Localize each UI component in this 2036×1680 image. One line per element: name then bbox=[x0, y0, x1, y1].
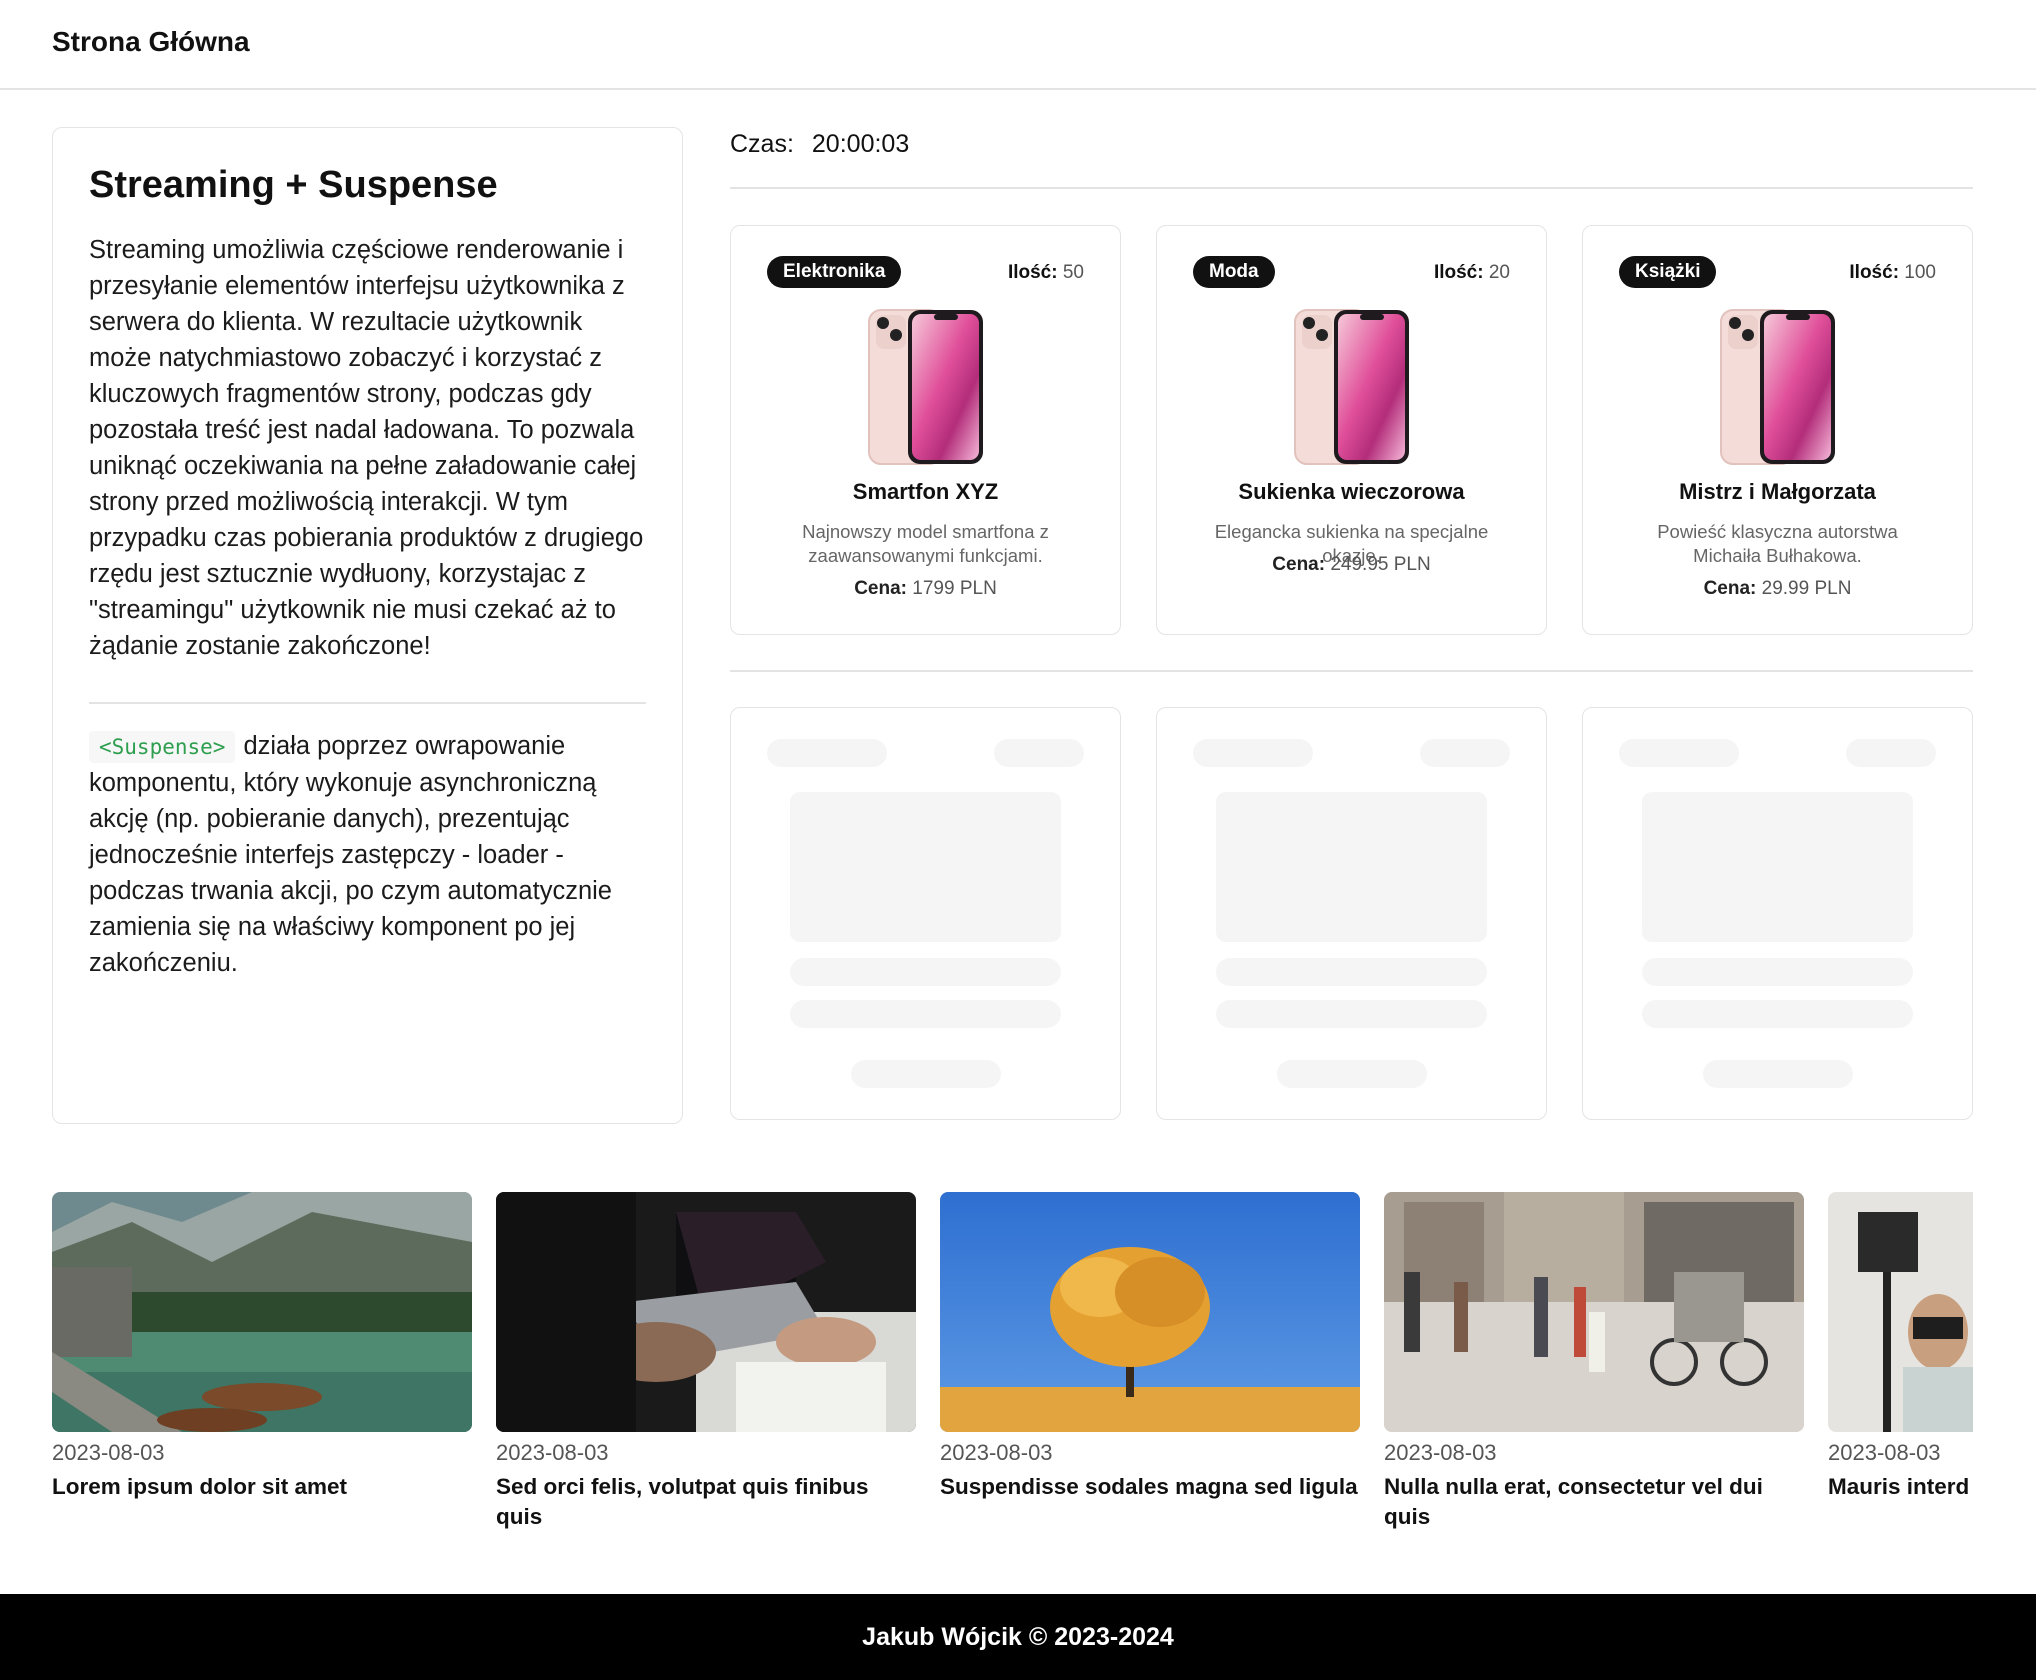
news-card[interactable]: 2023-08-03 Mauris interd maximus ultr bbox=[1828, 1192, 1973, 1502]
category-badge: Moda bbox=[1193, 256, 1275, 288]
price-label: Cena: bbox=[854, 578, 907, 599]
skeleton-quantity bbox=[994, 739, 1084, 767]
suspense-description: <Suspense> działa poprzez owrapowanie kom… bbox=[89, 728, 646, 981]
skeleton-line bbox=[790, 1000, 1061, 1028]
price-value: 249.95 PLN bbox=[1330, 554, 1431, 575]
news-title[interactable]: Suspendisse sodales magna sed ligula bbox=[940, 1472, 1360, 1502]
quantity-label: Ilość: bbox=[1007, 262, 1058, 283]
product-name: Smartfon XYZ bbox=[852, 479, 999, 504]
divider bbox=[730, 670, 1973, 672]
streaming-description: Streaming umożliwia częściowe renderowan… bbox=[89, 236, 644, 660]
city-street-crowd-image bbox=[1384, 1192, 1804, 1432]
skeleton-image bbox=[1216, 792, 1487, 942]
clock: Czas: 20:00:03 bbox=[730, 130, 909, 159]
skeleton-line bbox=[1216, 1000, 1487, 1028]
divider bbox=[730, 187, 1973, 189]
price-value: 29.99 PLN bbox=[1761, 578, 1852, 599]
product-name: Sukienka wieczorowa bbox=[1238, 479, 1465, 504]
product-name: Mistrz i Małgorzata bbox=[1679, 479, 1876, 504]
news-title[interactable]: Mauris interd maximus ultr bbox=[1828, 1472, 1973, 1502]
quantity-value: 100 bbox=[1904, 262, 1936, 283]
skeleton-image bbox=[1642, 792, 1913, 942]
skeleton-image bbox=[790, 792, 1061, 942]
news-card[interactable]: 2023-08-03 Sed orci felis, volutpat quis… bbox=[496, 1192, 916, 1532]
news-date: 2023-08-03 bbox=[1828, 1440, 1941, 1465]
quantity-label: Ilość: bbox=[1849, 262, 1900, 283]
clock-value: 20:00:03 bbox=[811, 130, 910, 158]
skeleton-price bbox=[851, 1060, 1001, 1088]
suspense-code-tag: <Suspense> bbox=[89, 731, 236, 763]
news-card[interactable]: 2023-08-03 Lorem ipsum dolor sit amet bbox=[52, 1192, 472, 1502]
product-card[interactable]: Książki Ilość: 100 Mistrz i Małgorzata P… bbox=[1582, 225, 1973, 635]
category-badge: Elektronika bbox=[767, 256, 902, 288]
product-price: Cena: 1799 PLN bbox=[741, 578, 1110, 600]
price-label: Cena: bbox=[1272, 554, 1326, 575]
product-description: Powieść klasyczna autorstwa Michaiła Buł… bbox=[1657, 521, 1898, 566]
people-working-on-laptop-image bbox=[496, 1192, 916, 1432]
skeleton-badge bbox=[1619, 739, 1739, 767]
info-panel: Streaming + Suspense Streaming umożliwia… bbox=[52, 127, 683, 1124]
quantity-value: 50 bbox=[1062, 262, 1084, 283]
product-price: Cena: 249.95 PLN bbox=[1167, 554, 1536, 576]
top-navbar: Strona Główna bbox=[0, 0, 2036, 90]
news-title[interactable]: Nulla nulla erat, consectetur vel dui qu… bbox=[1384, 1472, 1804, 1532]
product-description: Najnowszy model smartfona z zaawansowany… bbox=[802, 521, 1049, 566]
skeleton-line bbox=[1642, 958, 1913, 986]
price-label: Cena: bbox=[1703, 578, 1757, 599]
quantity-label: Ilość: bbox=[1433, 262, 1484, 283]
suspense-text: działa poprzez owrapowanie komponentu, k… bbox=[89, 732, 612, 977]
smartphone-image bbox=[1294, 309, 1410, 465]
skeleton-card bbox=[1156, 707, 1547, 1120]
price-value: 1799 PLN bbox=[912, 578, 997, 599]
product-card[interactable]: Elektronika Ilość: 50 Smartfon XYZ Najno… bbox=[730, 225, 1121, 635]
skeleton-card bbox=[730, 707, 1121, 1120]
footer-copyright: Jakub Wójcik © 2023-2024 bbox=[862, 1623, 1174, 1651]
quantity: Ilość: 20 bbox=[1434, 262, 1510, 284]
skeleton-line bbox=[790, 958, 1061, 986]
skeleton-price bbox=[1703, 1060, 1853, 1088]
news-date: 2023-08-03 bbox=[496, 1440, 609, 1465]
skeleton-price bbox=[1277, 1060, 1427, 1088]
news-card[interactable]: 2023-08-03 Suspendisse sodales magna sed… bbox=[940, 1192, 1360, 1502]
quantity: Ilość: 50 bbox=[1008, 262, 1084, 284]
quantity: Ilość: 100 bbox=[1849, 262, 1936, 284]
info-divider bbox=[89, 702, 646, 704]
news-title[interactable]: Lorem ipsum dolor sit amet bbox=[52, 1472, 472, 1502]
skeleton-line bbox=[1642, 1000, 1913, 1028]
quantity-value: 20 bbox=[1488, 262, 1510, 283]
skeleton-badge bbox=[1193, 739, 1313, 767]
product-card[interactable]: Moda Ilość: 20 Sukienka wieczorowa Elega… bbox=[1156, 225, 1547, 635]
smartphone-image bbox=[1720, 309, 1836, 465]
autumn-tree-blue-sky-image bbox=[940, 1192, 1360, 1432]
vr-headset-man-image bbox=[1828, 1192, 1973, 1432]
product-price: Cena: 29.99 PLN bbox=[1593, 578, 1962, 600]
skeleton-line bbox=[1216, 958, 1487, 986]
home-link[interactable]: Strona Główna bbox=[52, 26, 250, 58]
skeleton-quantity bbox=[1420, 739, 1510, 767]
smartphone-image bbox=[868, 309, 984, 465]
info-title: Streaming + Suspense bbox=[89, 164, 498, 206]
skeleton-card bbox=[1582, 707, 1973, 1120]
news-date: 2023-08-03 bbox=[52, 1440, 165, 1465]
lake-with-boats-image bbox=[52, 1192, 472, 1432]
clock-label: Czas: bbox=[730, 130, 794, 158]
news-date: 2023-08-03 bbox=[1384, 1440, 1497, 1465]
category-badge: Książki bbox=[1619, 256, 1717, 288]
news-card[interactable]: 2023-08-03 Nulla nulla erat, consectetur… bbox=[1384, 1192, 1804, 1532]
news-title[interactable]: Sed orci felis, volutpat quis finibus qu… bbox=[496, 1472, 916, 1532]
footer: Jakub Wójcik © 2023-2024 bbox=[0, 1594, 2036, 1680]
skeleton-badge bbox=[767, 739, 887, 767]
skeleton-quantity bbox=[1846, 739, 1936, 767]
news-date: 2023-08-03 bbox=[940, 1440, 1053, 1465]
